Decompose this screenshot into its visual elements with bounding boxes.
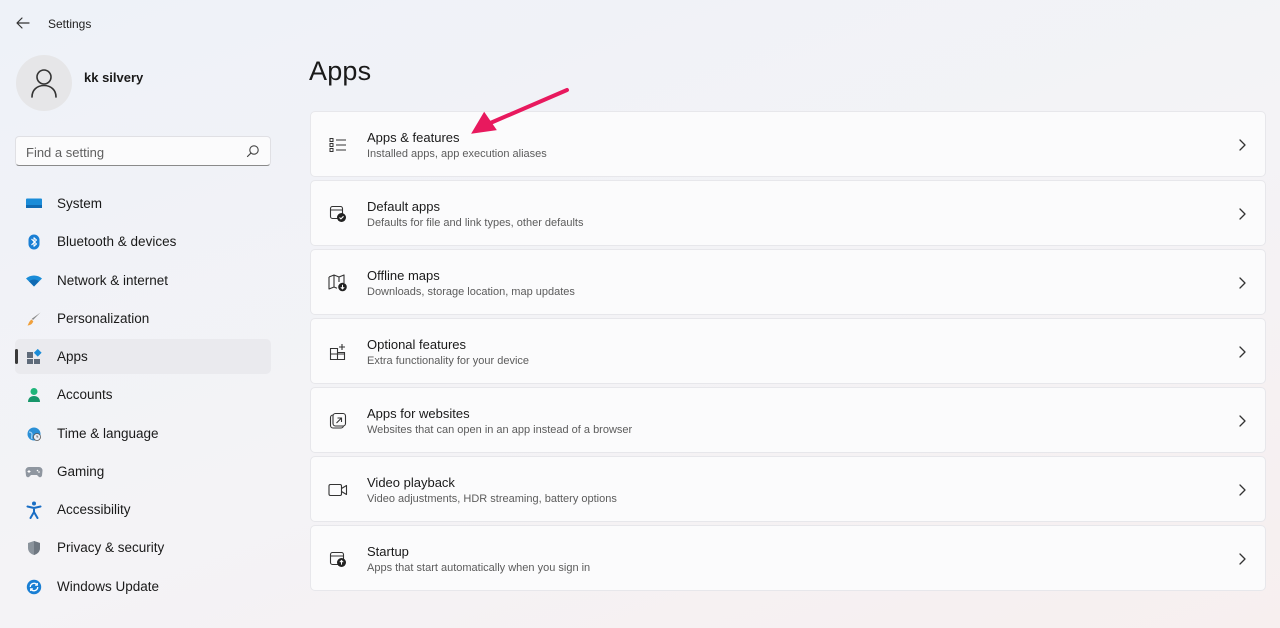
back-button[interactable] [13, 13, 33, 33]
startup-icon [328, 549, 348, 569]
card-subtitle: Video adjustments, HDR streaming, batter… [367, 493, 617, 505]
sidebar-item-label: Network & internet [57, 272, 169, 288]
apps-icon [25, 348, 43, 366]
sidebar-item-windows-update[interactable]: Windows Update [15, 569, 271, 604]
wifi-icon [25, 272, 43, 290]
system-icon [25, 195, 43, 213]
chevron-right-icon [1239, 139, 1246, 151]
person-icon [31, 69, 57, 98]
sidebar-item-label: Bluetooth & devices [57, 234, 177, 250]
selection-indicator [15, 349, 18, 364]
sidebar-item-label: Gaming [57, 463, 105, 479]
card-optional-features[interactable]: Optional features Extra functionality fo… [310, 318, 1266, 384]
sidebar-item-label: Apps [57, 349, 88, 364]
title-bar: Settings [0, 0, 1280, 46]
page-title: Apps [309, 56, 372, 86]
sidebar-item-personalization[interactable]: Personalization [15, 301, 271, 336]
chevron-right-icon [1239, 208, 1246, 220]
card-title: Apps & features [367, 130, 460, 145]
annotation-arrow-icon [471, 88, 569, 134]
search-input[interactable] [26, 143, 236, 161]
chevron-right-icon [1239, 484, 1246, 496]
window-title: Settings [48, 17, 92, 31]
sidebar-nav: System Bluetooth & devices Network & int… [15, 186, 271, 607]
card-subtitle: Extra functionality for your device [367, 355, 530, 367]
card-apps-for-websites[interactable]: Apps for websites Websites that can open… [310, 387, 1266, 453]
chevron-right-icon [1239, 415, 1246, 427]
shield-icon [25, 539, 43, 557]
settings-card-list: Apps & features Installed apps, app exec… [310, 111, 1266, 594]
add-grid-icon [328, 342, 348, 362]
sidebar-item-accessibility[interactable]: Accessibility [15, 492, 271, 527]
sidebar-item-label: Windows Update [57, 578, 160, 594]
card-subtitle: Websites that can open in an app instead… [367, 424, 633, 436]
map-download-icon [328, 273, 348, 293]
card-default-apps[interactable]: Default apps Defaults for file and link … [310, 180, 1266, 246]
sidebar-item-label: Accessibility [57, 502, 131, 517]
sidebar-item-system[interactable]: System [15, 186, 271, 221]
sidebar-item-label: Personalization [57, 310, 150, 326]
list-icon [328, 135, 348, 155]
accessibility-icon [25, 501, 43, 519]
back-arrow-icon [16, 17, 30, 29]
card-subtitle: Defaults for file and link types, other … [367, 217, 584, 229]
search-icon[interactable] [246, 144, 260, 158]
card-title: Default apps [367, 199, 440, 214]
video-icon [328, 480, 348, 500]
card-offline-maps[interactable]: Offline maps Downloads, storage location… [310, 249, 1266, 315]
sidebar-item-label: Accounts [57, 387, 113, 403]
globe-clock-icon [25, 425, 43, 443]
gamepad-icon [25, 463, 43, 481]
chevron-right-icon [1239, 346, 1246, 358]
user-name: kk silvery [84, 70, 144, 85]
card-subtitle: Downloads, storage location, map updates [367, 286, 575, 298]
search-box[interactable] [15, 136, 271, 166]
card-title: Offline maps [367, 268, 440, 283]
chevron-right-icon [1239, 553, 1246, 565]
update-icon [25, 578, 43, 596]
card-video-playback[interactable]: Video playback Video adjustments, HDR st… [310, 456, 1266, 522]
card-startup[interactable]: Startup Apps that start automatically wh… [310, 525, 1266, 591]
sidebar-item-network[interactable]: Network & internet [15, 263, 271, 298]
sidebar-item-privacy[interactable]: Privacy & security [15, 530, 271, 565]
sidebar-item-time-language[interactable]: Time & language [15, 416, 271, 451]
default-apps-icon [328, 204, 348, 224]
sidebar-item-accounts[interactable]: Accounts [15, 377, 271, 412]
card-title: Apps for websites [367, 406, 470, 421]
avatar[interactable] [16, 55, 72, 111]
brush-icon [25, 310, 43, 328]
card-title: Optional features [367, 337, 467, 352]
sidebar-item-bluetooth[interactable]: Bluetooth & devices [15, 224, 271, 259]
open-in-app-icon [328, 411, 348, 431]
sidebar-item-label: Time & language [57, 425, 159, 441]
card-title: Startup [367, 544, 409, 559]
sidebar-item-label: Privacy & security [57, 540, 165, 556]
card-subtitle: Apps that start automatically when you s… [367, 562, 591, 574]
sidebar-item-apps[interactable]: Apps [15, 339, 271, 374]
card-title: Video playback [367, 475, 455, 490]
person-icon [25, 386, 43, 404]
chevron-right-icon [1239, 277, 1246, 289]
card-apps-features[interactable]: Apps & features Installed apps, app exec… [310, 111, 1266, 177]
bluetooth-icon [25, 233, 43, 251]
sidebar-item-label: System [57, 196, 103, 211]
sidebar-item-gaming[interactable]: Gaming [15, 454, 271, 489]
